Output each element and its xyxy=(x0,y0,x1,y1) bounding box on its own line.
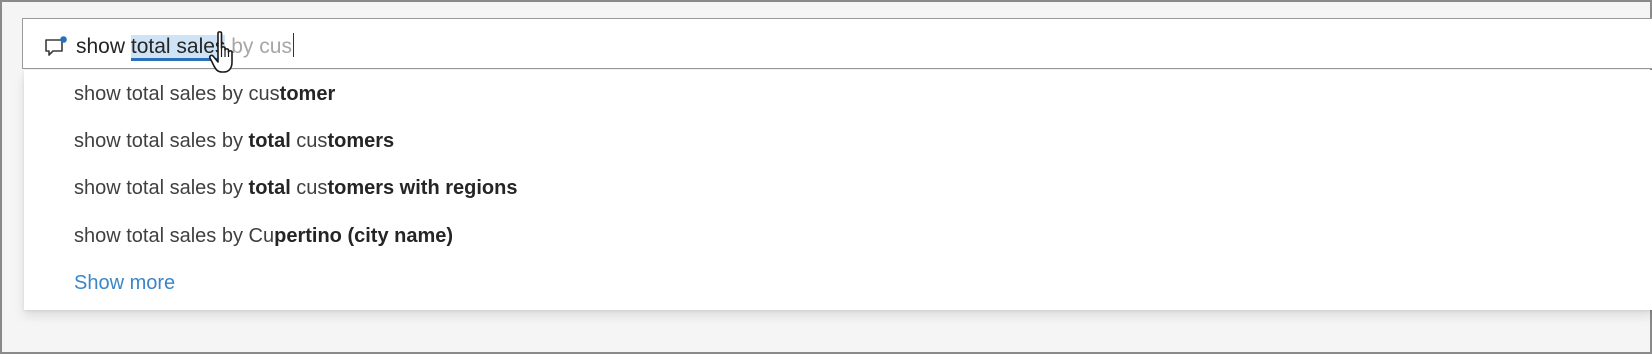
suggestion-match-text: total xyxy=(248,177,291,199)
hand-pointer-icon xyxy=(207,30,243,78)
qa-question-input[interactable]: show total sales by cus xyxy=(22,18,1652,69)
suggestion-text: show total sales by Cu xyxy=(74,225,275,247)
show-more-link[interactable]: Show more xyxy=(74,272,175,295)
suggestions-dropdown: show total sales by customer show total … xyxy=(24,70,1652,310)
window-frame: show total sales by cus show total sales… xyxy=(0,0,1652,354)
suggestion-text: cus xyxy=(290,130,328,152)
suggestion-text: show total sales by xyxy=(74,177,249,199)
suggestion-match-text: tomers with regions xyxy=(327,177,518,199)
text-caret xyxy=(292,33,294,57)
suggestion-match-text: pertino (city name) xyxy=(274,225,454,247)
suggestion-item[interactable]: show total sales by customer xyxy=(74,83,335,106)
suggestion-match-text: tomers xyxy=(327,130,395,152)
chat-bubble-icon xyxy=(44,36,68,58)
suggestion-text: cus xyxy=(290,177,328,199)
suggestion-item[interactable]: show total sales by total customers with… xyxy=(74,177,517,200)
suggestion-text: show total sales by xyxy=(74,130,249,152)
query-text[interactable]: show total sales by cus xyxy=(76,33,294,61)
suggestion-text: show total sales by cus xyxy=(74,83,280,105)
query-prefix: show xyxy=(76,35,131,58)
suggestion-item[interactable]: show total sales by Cupertino (city name… xyxy=(74,225,453,248)
suggestion-match-text: total xyxy=(248,130,291,152)
suggestion-item[interactable]: show total sales by total customers xyxy=(74,130,394,153)
suggestion-match-text: tomer xyxy=(279,83,336,105)
